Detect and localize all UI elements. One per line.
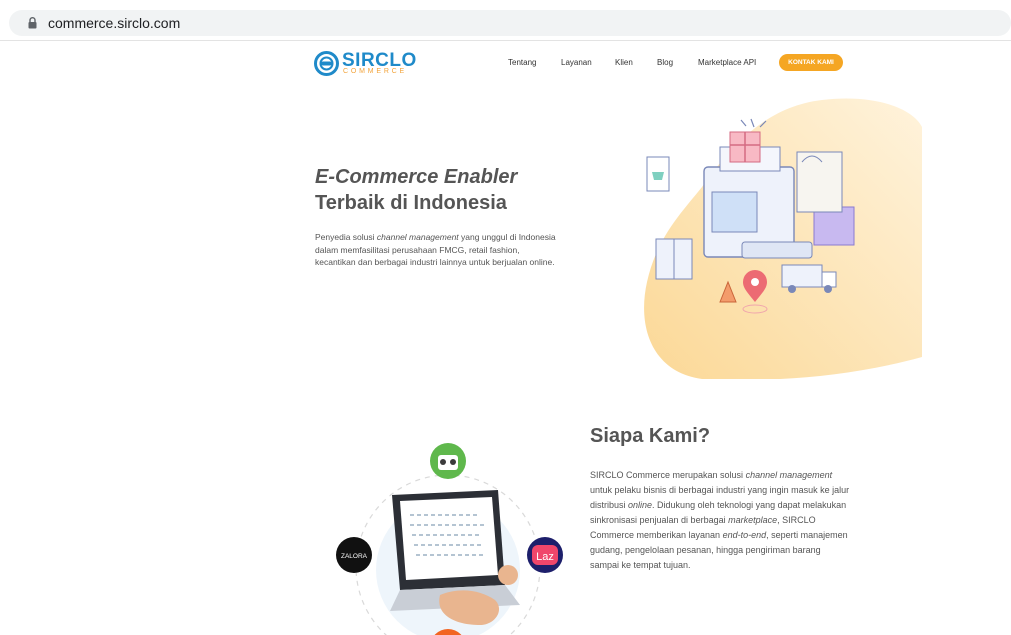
lead-emphasis: channel management [376, 232, 459, 242]
logo-subtitle: COMMERCE [343, 68, 408, 75]
nav-blog[interactable]: Blog [657, 58, 673, 67]
nav-layanan[interactable]: Layanan [561, 58, 592, 67]
browser-divider [0, 40, 1011, 41]
address-bar[interactable]: commerce.sirclo.com [9, 10, 1011, 36]
lock-icon [28, 17, 37, 29]
url-text: commerce.sirclo.com [48, 15, 181, 31]
lazada-logo-text: Laz [536, 551, 554, 563]
about-emphasis-2: online [628, 500, 653, 510]
hero-title: Terbaik di Indonesia [315, 192, 507, 214]
hero-title-italic: E-Commerce Enabler [315, 166, 518, 188]
about-emphasis-3: marketplace [728, 515, 778, 525]
about-title: Siapa Kami? [590, 425, 711, 447]
nav-tentang[interactable]: Tentang [508, 58, 536, 67]
hero-illustration [644, 98, 922, 379]
zalora-logo-text: ZALORA [341, 553, 368, 560]
partners-illustration: ZALORA Laz [336, 443, 563, 635]
about-description: SIRCLO Commerce merupakan solusi channel… [590, 468, 850, 573]
about-emphasis-4: end-to-end [722, 530, 767, 540]
nav-klien[interactable]: Klien [615, 58, 633, 67]
about-emphasis-1: channel management [745, 470, 833, 480]
about-part-1: SIRCLO Commerce merupakan solusi [590, 470, 746, 480]
nav-marketplace-api[interactable]: Marketplace API [698, 58, 756, 67]
lead-part-1: Penyedia solusi [315, 232, 377, 242]
logo-mark-icon [314, 51, 339, 76]
contact-button[interactable]: KONTAK KAMI [779, 54, 843, 71]
hero-description: Penyedia solusi channel management yang … [315, 231, 560, 269]
